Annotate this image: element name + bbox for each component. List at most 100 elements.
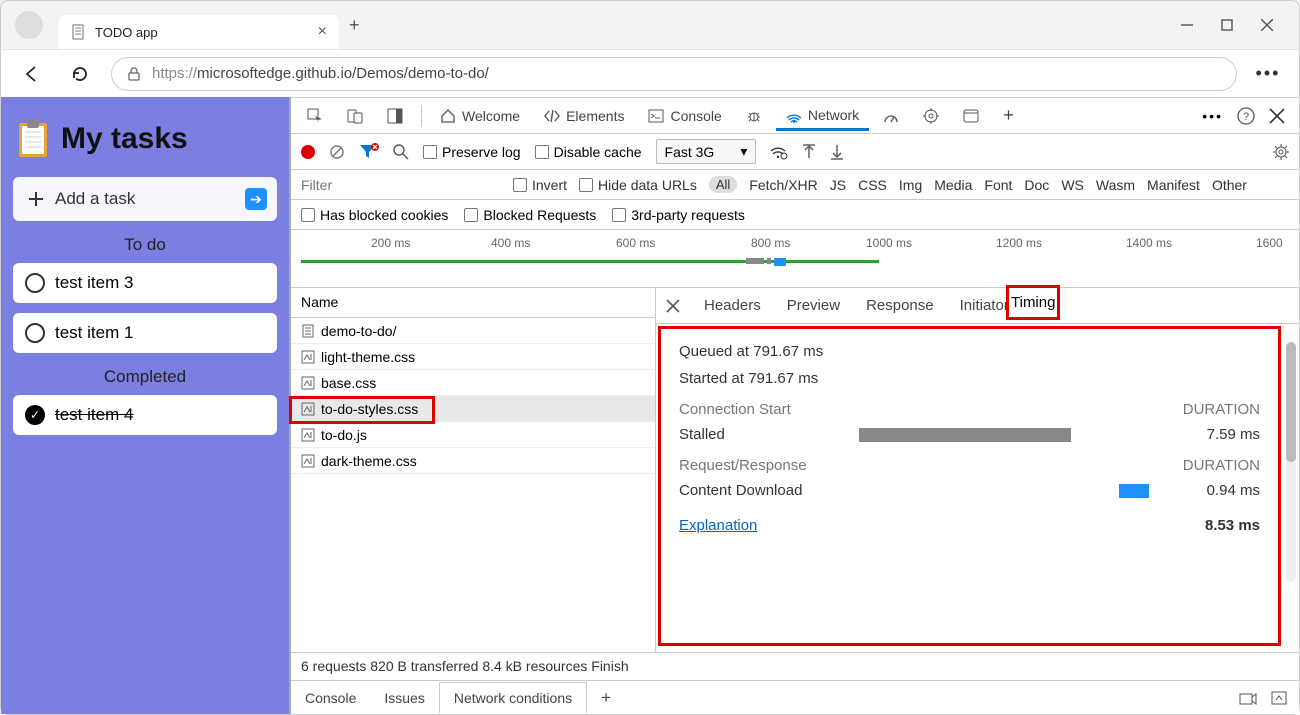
network-toolbar: Preserve log Disable cache Fast 3G▾: [291, 134, 1299, 170]
hide-data-urls-checkbox[interactable]: Hide data URLs: [579, 177, 697, 193]
add-task-button[interactable]: Add a task ➔: [13, 177, 277, 221]
filter-type[interactable]: CSS: [858, 177, 887, 193]
drawer-icon-1[interactable]: [1239, 691, 1257, 705]
detail-tab-initiator[interactable]: Initiator: [958, 291, 1011, 320]
tab-console[interactable]: Console: [638, 102, 731, 130]
status-bar: 6 requests 820 B transferred 8.4 kB reso…: [291, 652, 1299, 680]
network-timeline[interactable]: 200 ms 400 ms 600 ms 800 ms 1000 ms 1200…: [291, 230, 1299, 288]
device-toggle-button[interactable]: [337, 102, 373, 130]
drawer-network-conditions[interactable]: Network conditions: [439, 682, 587, 713]
stalled-bar: [859, 428, 1071, 442]
task-item[interactable]: test item 3: [13, 263, 277, 303]
throttle-select[interactable]: Fast 3G▾: [656, 139, 757, 164]
timing-panel: Queued at 791.67 ms Started at 791.67 ms…: [658, 326, 1281, 646]
close-detail-icon[interactable]: [666, 299, 680, 313]
browser-tab[interactable]: TODO app ×: [59, 15, 339, 49]
add-tab-button[interactable]: +: [993, 99, 1024, 132]
close-devtools-icon[interactable]: [1269, 108, 1285, 124]
timing-total: 8.53 ms: [1205, 517, 1260, 534]
more-button[interactable]: •••: [1251, 57, 1285, 91]
drawer-console[interactable]: Console: [291, 683, 370, 713]
checked-circle-icon[interactable]: ✓: [25, 405, 45, 425]
scrollbar[interactable]: [1286, 342, 1296, 582]
filter-type[interactable]: Img: [899, 177, 922, 193]
address-bar: https://microsoftedge.github.io/Demos/de…: [1, 49, 1299, 97]
filter-type[interactable]: Other: [1212, 177, 1247, 193]
tab-performance[interactable]: [873, 102, 909, 130]
filter-type[interactable]: Manifest: [1147, 177, 1200, 193]
filter-type[interactable]: JS: [830, 177, 846, 193]
request-row[interactable]: base.css: [291, 370, 655, 396]
wifi-settings-icon[interactable]: [770, 144, 788, 160]
preserve-log-checkbox[interactable]: Preserve log: [423, 144, 521, 160]
annotation-selected-file: [289, 396, 435, 424]
profile-avatar[interactable]: [15, 11, 43, 39]
request-row[interactable]: to-do.js: [291, 422, 655, 448]
refresh-button[interactable]: [63, 57, 97, 91]
request-list: Name demo-to-do/light-theme.cssbase.css t…: [291, 288, 656, 652]
timing-started: Started at 791.67 ms: [679, 370, 1260, 387]
request-row[interactable]: light-theme.css: [291, 344, 655, 370]
dock-button[interactable]: [377, 102, 413, 130]
clear-button[interactable]: [329, 144, 345, 160]
filter-type[interactable]: Font: [984, 177, 1012, 193]
filter-type[interactable]: Media: [934, 177, 972, 193]
search-icon[interactable]: [393, 144, 409, 160]
minimize-icon[interactable]: [1181, 19, 1193, 31]
more-tools-button[interactable]: •••: [1202, 108, 1223, 124]
task-item[interactable]: test item 1: [13, 313, 277, 353]
explanation-link[interactable]: Explanation: [679, 517, 757, 534]
filter-type-all[interactable]: All: [709, 176, 737, 193]
filter-icon[interactable]: [359, 143, 379, 161]
detail-tab-response[interactable]: Response: [864, 291, 936, 320]
filter-type[interactable]: Doc: [1024, 177, 1049, 193]
detail-tabs: Headers Preview Response Initiator Timin…: [656, 288, 1299, 324]
tab-welcome[interactable]: Welcome: [430, 102, 530, 130]
help-icon[interactable]: ?: [1237, 107, 1255, 125]
inspect-button[interactable]: [297, 102, 333, 130]
drawer-icon-2[interactable]: [1271, 691, 1287, 705]
detail-tab-timing[interactable]: Timing: [1006, 285, 1060, 320]
tab-network[interactable]: Network: [776, 101, 869, 131]
lock-icon: [126, 66, 142, 82]
app-title: My tasks: [17, 119, 273, 159]
page-icon: [71, 24, 87, 40]
task-item[interactable]: ✓test item 4: [13, 395, 277, 435]
blocked-cookies-checkbox[interactable]: Has blocked cookies: [301, 207, 448, 223]
request-list-header[interactable]: Name: [291, 288, 655, 318]
blocked-requests-checkbox[interactable]: Blocked Requests: [464, 207, 596, 223]
detail-tab-preview[interactable]: Preview: [785, 291, 842, 320]
drawer-issues[interactable]: Issues: [370, 683, 438, 713]
disable-cache-checkbox[interactable]: Disable cache: [535, 144, 642, 160]
settings-icon[interactable]: [1273, 144, 1289, 160]
tab-window[interactable]: [953, 102, 989, 130]
unchecked-circle-icon[interactable]: [25, 273, 45, 293]
close-tab-icon[interactable]: ×: [318, 23, 327, 41]
completed-section-label: Completed: [13, 367, 277, 387]
filter-type[interactable]: Wasm: [1096, 177, 1135, 193]
invert-checkbox[interactable]: Invert: [513, 177, 567, 193]
request-row[interactable]: demo-to-do/: [291, 318, 655, 344]
filter-input[interactable]: [301, 177, 501, 193]
record-button[interactable]: [301, 145, 315, 159]
unchecked-circle-icon[interactable]: [25, 323, 45, 343]
detail-tab-headers[interactable]: Headers: [702, 291, 763, 320]
content-download-value: 0.94 ms: [1180, 482, 1260, 499]
devtools-tabs: Welcome Elements Console Network + ••• ?: [291, 98, 1299, 134]
tab-application[interactable]: [913, 102, 949, 130]
maximize-icon[interactable]: [1221, 19, 1233, 31]
tab-elements[interactable]: Elements: [534, 102, 634, 130]
url-field[interactable]: https://microsoftedge.github.io/Demos/de…: [111, 57, 1237, 91]
request-row[interactable]: dark-theme.css: [291, 448, 655, 474]
back-button[interactable]: [15, 57, 49, 91]
download-icon[interactable]: [830, 144, 844, 160]
drawer-add[interactable]: +: [587, 681, 625, 715]
new-tab-button[interactable]: +: [349, 15, 360, 36]
submit-arrow-icon[interactable]: ➔: [245, 188, 267, 210]
filter-type[interactable]: Fetch/XHR: [749, 177, 817, 193]
upload-icon[interactable]: [802, 144, 816, 160]
tab-bug[interactable]: [736, 102, 772, 130]
filter-type[interactable]: WS: [1061, 177, 1084, 193]
close-window-icon[interactable]: [1261, 19, 1273, 31]
third-party-checkbox[interactable]: 3rd-party requests: [612, 207, 745, 223]
